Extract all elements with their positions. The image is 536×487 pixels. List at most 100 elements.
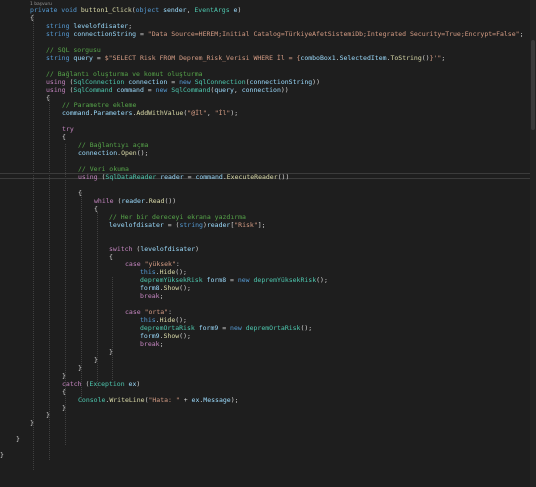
code-token: using bbox=[46, 77, 70, 86]
code-line[interactable]: { bbox=[30, 14, 34, 22]
code-token: form8 bbox=[140, 284, 160, 293]
code-line[interactable]: break; bbox=[140, 340, 164, 348]
code-token: levelofdisater bbox=[73, 21, 129, 30]
code-token: connectionString bbox=[73, 29, 137, 38]
code-token: ()) bbox=[164, 196, 177, 205]
code-line[interactable]: { bbox=[62, 133, 66, 141]
code-token: , bbox=[233, 85, 242, 94]
code-token: ; bbox=[128, 21, 133, 30]
code-line[interactable]: using (SqlConnection connection = new Sq… bbox=[46, 78, 320, 86]
code-line[interactable]: switch (levelofdisater) bbox=[109, 245, 199, 253]
code-token: connection bbox=[78, 149, 118, 158]
code-line[interactable]: // Bağlantıyı açma bbox=[78, 141, 148, 149]
code-line[interactable]: { bbox=[46, 94, 50, 102]
code-line[interactable]: } bbox=[46, 411, 50, 419]
code-token: "Data Source=HEREM;Initial Catalog=Türki… bbox=[147, 29, 520, 38]
code-token: SqlConnection bbox=[73, 77, 125, 86]
code-token: (); bbox=[300, 324, 313, 332]
code-line[interactable]: // Bağlantı oluşturma ve komut oluşturma bbox=[46, 70, 203, 78]
code-line[interactable]: catch (Exception ex) bbox=[62, 380, 140, 388]
code-line[interactable]: string levelofdisater; bbox=[46, 22, 132, 30]
code-token: )) bbox=[280, 85, 289, 94]
code-token: WriteLine bbox=[109, 395, 145, 404]
code-token: SqlDataReader bbox=[105, 173, 157, 181]
code-line[interactable]: form9.Show(); bbox=[140, 332, 191, 340]
code-token: command bbox=[195, 173, 223, 181]
code-line[interactable]: try bbox=[62, 125, 74, 133]
code-line[interactable]: this.Hide(); bbox=[140, 268, 187, 276]
code-line[interactable]: { bbox=[78, 189, 82, 197]
scrollbar-thumb[interactable] bbox=[531, 40, 535, 130]
code-token: } bbox=[30, 419, 34, 428]
code-token: Message bbox=[203, 395, 231, 404]
code-line[interactable]: { bbox=[62, 388, 66, 396]
code-line[interactable]: { bbox=[109, 253, 113, 261]
code-line[interactable]: } bbox=[78, 364, 82, 372]
code-token: { bbox=[78, 188, 82, 197]
code-line[interactable]: depremYüksekRisk form8 = new depremYükse… bbox=[140, 276, 328, 284]
code-token: SqlConnection bbox=[194, 77, 246, 86]
code-line[interactable]: string connectionString = "Data Source=H… bbox=[46, 30, 523, 38]
code-line[interactable]: // SQL sorgusu bbox=[46, 46, 101, 54]
code-token: private void bbox=[30, 6, 81, 14]
code-line[interactable]: } bbox=[0, 451, 4, 459]
code-token: try bbox=[62, 125, 74, 134]
code-token: connection bbox=[124, 77, 168, 86]
code-token: : bbox=[175, 260, 180, 269]
code-token: EventArgs bbox=[194, 6, 230, 14]
code-line[interactable]: command.Parameters.AddWithValue("@İl", "… bbox=[62, 109, 238, 117]
code-token: button1_Click bbox=[80, 6, 132, 14]
code-line[interactable]: } bbox=[30, 419, 34, 427]
code-token: (); bbox=[179, 331, 191, 340]
indent-guide bbox=[65, 144, 66, 445]
code-token: string bbox=[179, 220, 203, 229]
code-line[interactable]: depremOrtaRisk form9 = new depremOrtaRis… bbox=[140, 324, 312, 332]
code-line[interactable]: } bbox=[94, 356, 98, 364]
code-line[interactable]: case "yüksek": bbox=[125, 260, 180, 268]
code-line[interactable]: } bbox=[16, 435, 20, 443]
code-token: ()) bbox=[277, 173, 290, 181]
code-token: "Risk" bbox=[234, 220, 258, 229]
code-line[interactable]: while (reader.Read()) bbox=[94, 197, 176, 205]
code-line[interactable]: } bbox=[62, 372, 66, 380]
code-line[interactable]: } bbox=[109, 348, 113, 356]
code-line[interactable]: // Her bir dereceyi ekrana yazdırma bbox=[109, 213, 246, 221]
code-line[interactable]: using (SqlCommand command = new SqlComma… bbox=[46, 86, 289, 94]
code-token: Open bbox=[121, 149, 137, 158]
code-line[interactable]: levelofdisater = (string)reader["Risk"]; bbox=[109, 221, 266, 229]
code-line[interactable]: break; bbox=[140, 292, 164, 300]
code-line[interactable]: case "orta": bbox=[125, 308, 172, 316]
code-token: ToString bbox=[390, 53, 422, 62]
code-token: (); bbox=[316, 276, 328, 285]
code-token: levelofdisater bbox=[109, 220, 164, 229]
code-token: string bbox=[46, 21, 74, 30]
code-line[interactable]: } bbox=[62, 404, 66, 412]
code-token: new bbox=[155, 85, 172, 94]
code-editor[interactable]: 1 başvuru private void button1_Click(obj… bbox=[0, 0, 536, 487]
code-token: ); bbox=[230, 395, 239, 404]
code-token: reader bbox=[156, 173, 184, 181]
code-line[interactable]: string query = $"SELECT Risk FROM Deprem… bbox=[46, 54, 445, 62]
code-token: = bbox=[218, 324, 231, 332]
code-line[interactable]: // Veri okuma bbox=[78, 165, 129, 173]
code-line[interactable]: form8.Show(); bbox=[140, 284, 191, 292]
code-line[interactable]: Console.WriteLine("Hata: " + ex.Message)… bbox=[78, 396, 239, 404]
code-line[interactable]: private void button1_Click(object sender… bbox=[30, 6, 241, 14]
code-token: "@İl" bbox=[187, 109, 207, 118]
code-token: Exception bbox=[89, 379, 125, 388]
code-token: = bbox=[136, 29, 148, 38]
code-token: new bbox=[230, 324, 246, 332]
code-token: break bbox=[140, 339, 160, 348]
code-token: )) bbox=[312, 77, 320, 86]
code-line[interactable]: { bbox=[94, 205, 98, 213]
code-line[interactable]: using (SqlDataReader reader = command.Ex… bbox=[78, 173, 289, 181]
code-token: reader bbox=[121, 196, 145, 205]
code-line[interactable]: connection.Open(); bbox=[78, 149, 148, 157]
code-token: { bbox=[46, 93, 50, 102]
code-token: while bbox=[94, 196, 118, 205]
code-token: { bbox=[109, 252, 113, 261]
code-token: } bbox=[16, 435, 20, 444]
code-token: = bbox=[143, 85, 156, 94]
code-line[interactable]: this.Hide(); bbox=[140, 316, 187, 324]
code-token: levelofdisater bbox=[140, 244, 196, 253]
